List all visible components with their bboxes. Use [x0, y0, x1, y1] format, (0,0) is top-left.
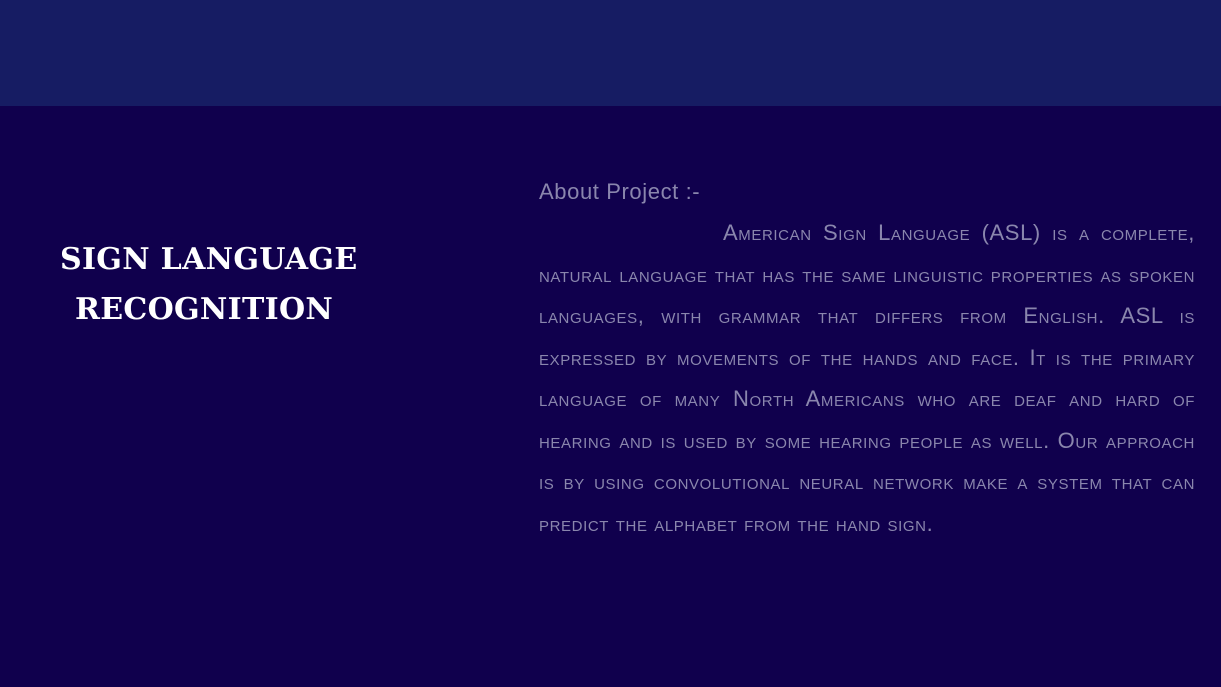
about-section: About Project :- American Sign Language … — [539, 172, 1195, 544]
about-heading: About Project :- — [539, 179, 701, 204]
about-description: American Sign Language (ASL) is a comple… — [539, 220, 1195, 536]
top-banner — [0, 0, 1221, 106]
project-title-line-2: RECOGNITION — [75, 292, 334, 327]
project-title-line-1: SIGN LANGUAGE — [60, 242, 358, 277]
project-title: SIGN LANGUAGE RECOGNITION — [60, 235, 420, 335]
main-section: SIGN LANGUAGE RECOGNITION About Project … — [0, 106, 1221, 687]
